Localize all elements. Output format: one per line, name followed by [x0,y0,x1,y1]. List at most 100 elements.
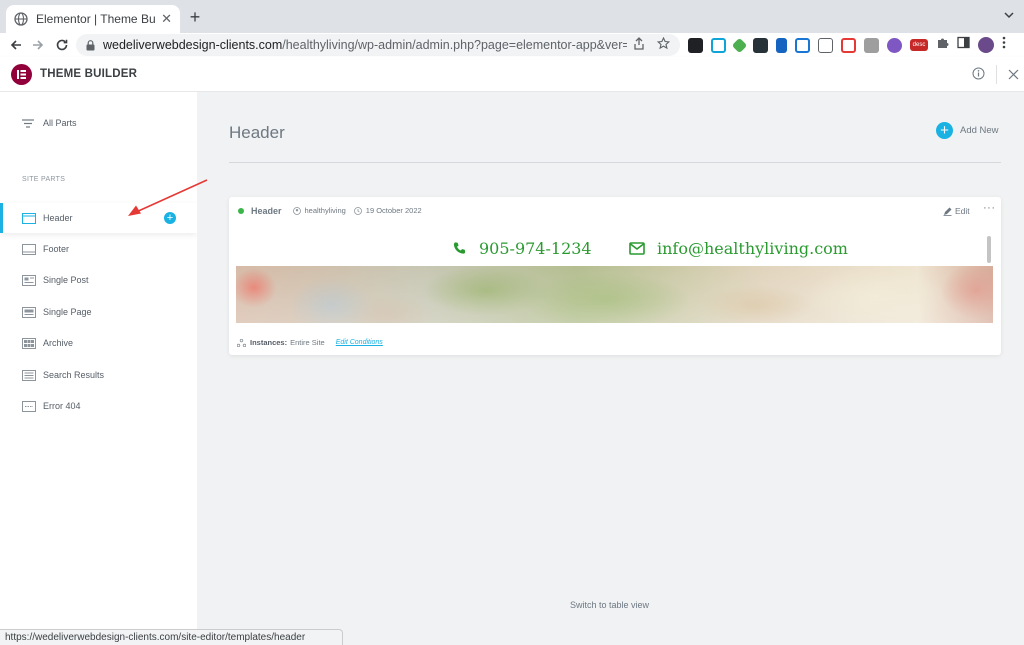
date-text: 19 October 2022 [365,206,422,215]
instances-icon [237,338,246,347]
phone-icon [452,241,467,256]
tab-close-icon[interactable]: ✕ [161,11,172,27]
sidebar-item-label: Archive [43,338,74,348]
extension-icon[interactable] [776,37,787,53]
theme-builder-topbar: THEME BUILDER [0,57,1024,92]
sidebar-item-label: Search Results [43,370,105,380]
sidebar-item-archive[interactable]: Archive [0,328,197,358]
back-button[interactable] [6,35,26,55]
sidebar-item-label: Single Page [43,307,92,317]
template-name: Header [251,205,282,216]
globe-icon [14,12,28,26]
tab-search-icon[interactable] [1004,10,1014,22]
card-author: healthyliving [292,206,346,215]
add-new-button[interactable]: + Add New [936,122,999,139]
preview-phone: 905-974-1234 [452,239,592,258]
search-results-icon [22,369,36,381]
page-title: Header [229,123,285,142]
address-bar[interactable]: wedeliverwebdesign-clients.com/healthyli… [76,34,680,56]
sidebar-item-search-results[interactable]: Search Results [0,360,197,390]
single-post-icon [22,274,36,286]
url-path: /healthyliving/wp-admin/admin.php?page=e… [282,38,627,52]
url-text: wedeliverwebdesign-clients.com/healthyli… [103,38,627,52]
instances-label: Instances: [250,338,288,347]
sidebar-item-label: Error 404 [43,401,81,411]
pencil-icon [943,207,952,216]
chrome-menu-icon[interactable] [1002,36,1006,54]
divider [229,162,1001,163]
bookmark-star-icon[interactable] [656,36,671,53]
profile-avatar[interactable] [978,37,994,53]
single-page-icon [22,306,36,318]
more-options-icon[interactable]: ··· [983,202,996,214]
preview-scrollbar[interactable] [987,236,991,263]
tab-title: Elementor | Theme Builder [36,12,156,26]
browser-toolbar: wedeliverwebdesign-clients.com/healthyli… [0,33,1024,57]
card-header: Header healthyliving 19 October 2022 [229,197,1001,224]
archive-icon [22,337,36,349]
app-title: THEME BUILDER [40,68,138,80]
extension-icon[interactable] [711,37,726,53]
template-preview[interactable]: 905-974-1234 info@healthyliving.com [236,234,993,323]
sidebar-item-single-post[interactable]: Single Post [0,265,197,295]
card-date: 19 October 2022 [353,206,422,215]
header-icon [22,212,36,224]
puzzle-icon[interactable] [936,36,949,54]
camera-icon[interactable] [818,37,833,53]
preview-email: info@healthyliving.com [629,239,848,258]
phone-number: 905-974-1234 [479,239,592,258]
extension-icon[interactable] [688,37,703,53]
sidebar-item-single-page[interactable]: Single Page [0,297,197,327]
card-footer: Instances: Entire Site Edit Conditions [237,338,383,347]
filter-icon [22,118,34,128]
user-icon [292,206,301,215]
status-dot [238,207,244,214]
extensions-bar: desc [688,36,1006,54]
extension-icon[interactable] [795,37,810,53]
url-host: wedeliverwebdesign-clients.com [103,38,283,52]
extension-icon[interactable] [864,37,879,53]
browser-tab[interactable]: Elementor | Theme Builder ✕ [6,5,180,33]
status-bar-url: https://wedeliverwebdesign-clients.com/s… [0,629,343,645]
sidebar-item-label: Single Post [43,275,89,285]
main-content: Header + Add New Header healthyliving 19… [197,92,1024,645]
info-icon[interactable] [972,67,985,85]
divider [996,65,997,84]
share-icon[interactable] [633,37,645,53]
sidepanel-icon[interactable] [957,36,970,54]
close-icon[interactable] [1008,67,1019,85]
sidebar-section-title: SITE PARTS [22,176,66,183]
envelope-icon [629,242,645,255]
reload-button[interactable] [52,35,72,55]
error-404-icon [22,400,36,412]
sidebar-item-label: Footer [43,244,70,254]
plus-icon: + [936,122,953,139]
forward-button[interactable] [28,35,48,55]
extension-icon[interactable] [841,37,856,53]
new-tab-button[interactable]: + [186,8,204,26]
edit-button[interactable]: Edit [943,206,970,216]
sidebar-item-label: All Parts [43,118,77,128]
lock-icon [86,39,95,51]
edit-conditions-link[interactable]: Edit Conditions [336,339,383,346]
author-name: healthyliving [304,206,346,215]
sidebar-item-error-404[interactable]: Error 404 [0,391,197,421]
sidebar-item-all-parts[interactable]: All Parts [22,118,77,128]
extension-badge[interactable]: desc [910,39,928,51]
template-card[interactable]: Header healthyliving 19 October 2022 Edi… [229,197,1001,355]
extension-icon[interactable] [753,37,768,53]
edit-label: Edit [955,206,970,216]
clock-icon [353,206,362,215]
instances-value: Entire Site [290,338,325,347]
extension-icon[interactable] [887,37,902,53]
elementor-logo-icon [11,64,32,85]
switch-to-table-view-link[interactable]: Switch to table view [570,600,649,610]
email-address: info@healthyliving.com [657,239,848,258]
add-new-label: Add New [960,125,999,136]
food-banner-image [236,266,993,323]
sidebar-item-footer[interactable]: Footer [0,234,197,264]
preview-topbar: 905-974-1234 info@healthyliving.com [236,234,993,266]
browser-tabstrip: Elementor | Theme Builder ✕ + [0,0,1024,33]
extension-icon[interactable] [731,37,748,53]
footer-icon [22,243,36,255]
